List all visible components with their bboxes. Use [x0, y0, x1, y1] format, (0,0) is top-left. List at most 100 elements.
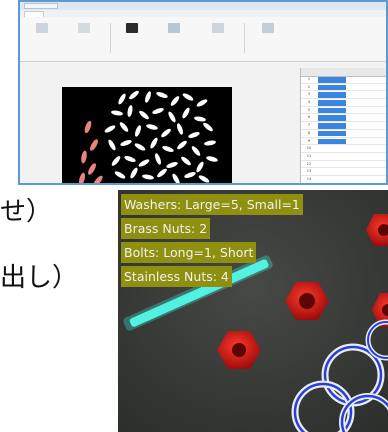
grain-object	[111, 110, 123, 116]
highlighted-grain-object	[93, 175, 103, 183]
label-brass-nuts-count: Brass Nuts: 2	[121, 218, 211, 239]
slide-canvas: 123456789101112131415 せ） 出し）	[0, 0, 388, 432]
row-index: 1	[307, 77, 311, 81]
grain-object	[134, 143, 146, 151]
grain-object	[184, 172, 196, 178]
table-row[interactable]: 3	[301, 91, 386, 100]
grain-object	[181, 156, 191, 166]
ribbon-tab-strip	[20, 10, 386, 17]
table-row[interactable]: 2	[301, 84, 386, 92]
table-row[interactable]: 5	[301, 107, 386, 115]
grain-object	[156, 92, 168, 98]
ribbon-button-filter[interactable]	[156, 21, 196, 53]
grain-object	[198, 175, 210, 183]
window-tab[interactable]	[24, 3, 58, 9]
table-row[interactable]: 12	[301, 161, 386, 169]
table-row[interactable]: 13	[301, 168, 386, 176]
row-index: 15	[302, 184, 316, 185]
grain-object	[138, 159, 150, 167]
label-bolts-count: Bolts: Long=1, Short	[121, 242, 257, 263]
segmented-image-view[interactable]	[62, 87, 232, 183]
table-row[interactable]: 6	[301, 114, 386, 123]
grain-object	[157, 168, 167, 178]
selected-cell[interactable]	[318, 123, 346, 129]
table-row[interactable]: 14	[301, 176, 386, 183]
table-row[interactable]: 9	[301, 138, 386, 146]
ribbon-button-export[interactable]	[250, 21, 290, 53]
grain-object	[142, 174, 154, 180]
grain-object	[124, 156, 136, 162]
grain-object	[196, 161, 204, 173]
ribbon-button-setup[interactable]	[66, 21, 106, 53]
grain-object	[182, 107, 190, 119]
grain-object	[166, 162, 178, 168]
selected-cell[interactable]	[318, 130, 346, 137]
table-row[interactable]: 10	[301, 145, 386, 153]
highlighted-grain-object	[88, 163, 96, 175]
selected-cell[interactable]	[318, 107, 346, 114]
image-icon	[126, 23, 138, 33]
ribbon-button-options[interactable]	[200, 21, 240, 53]
selected-cell[interactable]	[318, 138, 346, 144]
object-detection-screenshot: Washers: Large=5, Small=1 Brass Nuts: 2 …	[118, 190, 388, 432]
row-index: 14	[306, 176, 312, 181]
highlighted-grain-object	[90, 139, 98, 151]
table-row[interactable]: 8	[301, 130, 386, 138]
row-index: 13	[306, 169, 312, 174]
grain-object	[182, 93, 194, 101]
selected-cell[interactable]	[318, 115, 346, 121]
grain-object	[150, 137, 158, 149]
grain-object	[104, 125, 116, 133]
grain-object	[146, 124, 158, 130]
grain-object	[203, 122, 213, 132]
table-row[interactable]: 15	[301, 184, 387, 185]
highlighted-grain-object	[78, 172, 86, 183]
table-body: 123456789101112131415	[301, 76, 387, 185]
ribbon-button-image[interactable]	[114, 21, 154, 53]
grain-object	[162, 146, 174, 152]
grain-object	[155, 153, 161, 165]
selected-cell[interactable]	[318, 92, 346, 98]
table-row[interactable]: 7	[301, 122, 386, 130]
app-window-screenshot: 123456789101112131415	[18, 0, 388, 185]
grain-object	[204, 140, 216, 146]
grain-object	[108, 139, 116, 151]
table-row[interactable]: 1	[301, 76, 386, 84]
table-row[interactable]: 4	[301, 99, 386, 107]
row-index: 11	[306, 153, 312, 158]
highlighted-grain-object	[81, 150, 87, 164]
row-index: 12	[306, 161, 312, 166]
grain-object	[119, 122, 129, 132]
selected-cell[interactable]	[318, 84, 346, 91]
grain-object	[206, 156, 218, 162]
export-icon	[262, 23, 274, 33]
grain-object	[135, 125, 141, 137]
row-index: 6	[307, 115, 311, 120]
selected-cell[interactable]	[318, 100, 346, 106]
caption-line-1: せ）	[0, 197, 53, 227]
grain-object	[129, 90, 139, 100]
row-index: 9	[307, 138, 311, 143]
selected-cell[interactable]	[318, 77, 346, 83]
row-index: 8	[307, 130, 311, 135]
grain-object	[196, 99, 208, 107]
grain-object	[130, 167, 138, 179]
caption-line-2: 出し）	[0, 263, 79, 293]
row-index: 3	[307, 92, 311, 97]
grain-object	[170, 96, 180, 106]
grain-object	[172, 173, 180, 183]
ribbon-divider	[110, 23, 111, 53]
grain-object	[194, 116, 206, 122]
grain-object	[139, 110, 149, 120]
row-index: 4	[307, 100, 311, 105]
row-index: 5	[307, 107, 311, 112]
ribbon-divider	[244, 23, 245, 53]
grain-object	[145, 91, 151, 103]
label-washers-count: Washers: Large=5, Small=1	[121, 194, 303, 215]
grain-object	[120, 140, 132, 146]
highlighted-grain-object	[84, 120, 92, 134]
row-index: 10	[306, 146, 312, 151]
segmentation-result	[78, 90, 218, 183]
table-row[interactable]: 11	[301, 153, 386, 161]
ribbon-button-load[interactable]	[24, 21, 64, 53]
